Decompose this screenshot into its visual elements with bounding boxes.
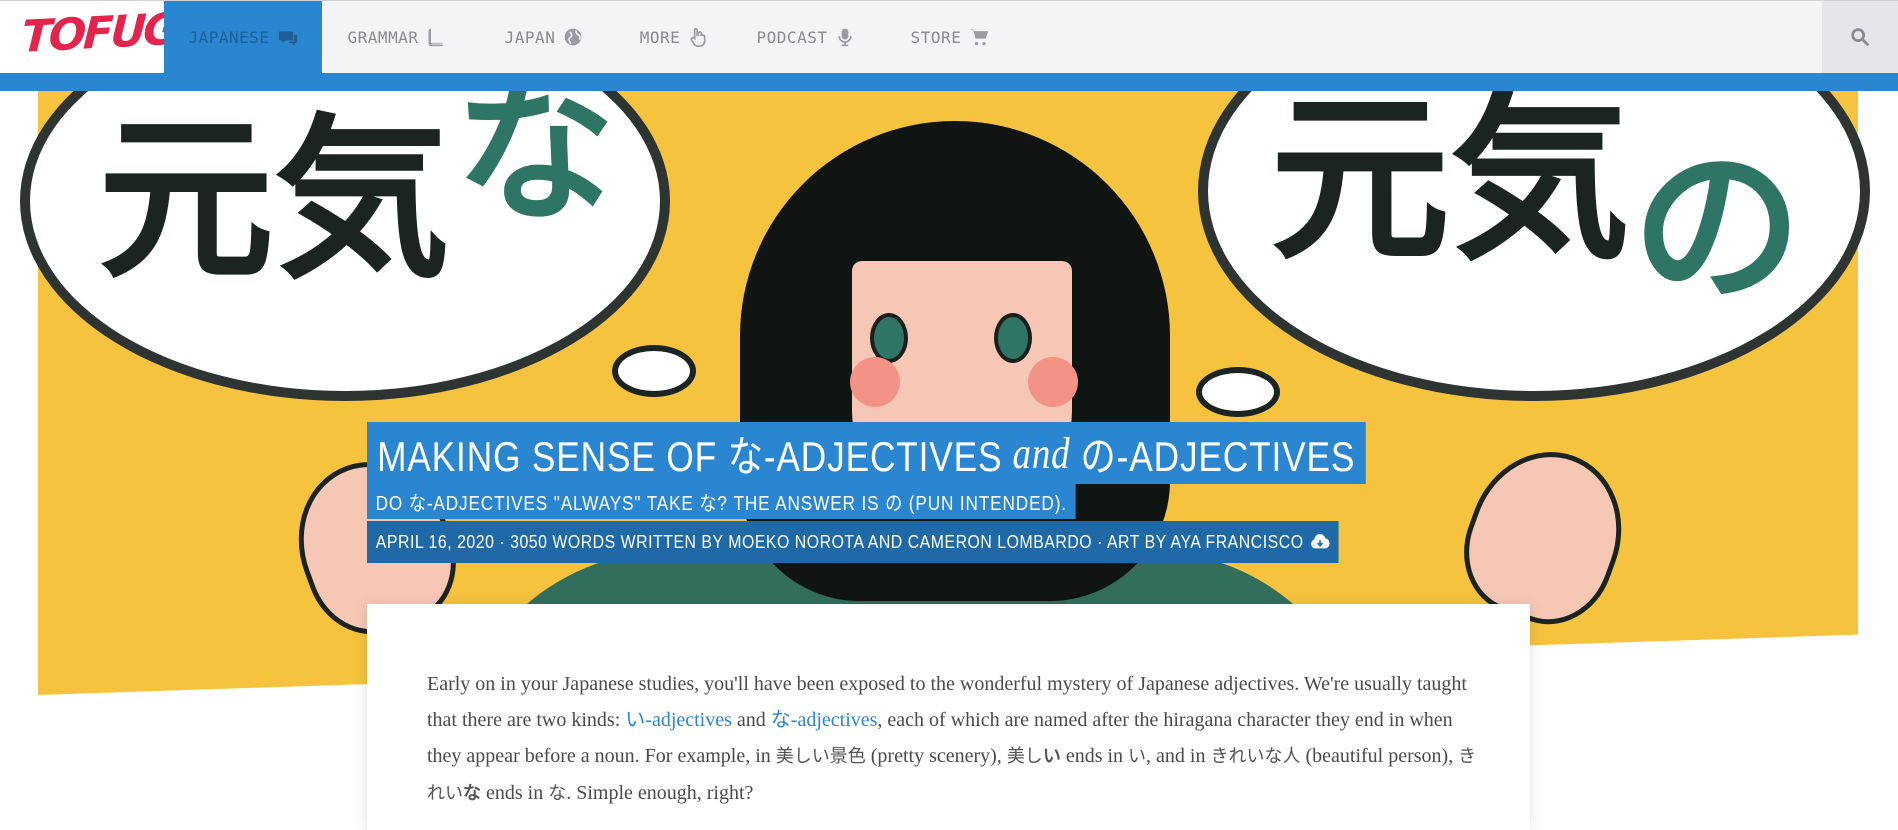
nav-item-label: STORE <box>910 27 962 47</box>
nav-item-japan[interactable]: JAPAN <box>472 1 616 73</box>
paragraph-text: ends in <box>1060 745 1129 767</box>
article-meta: APRIL 16, 2020 · 3050 WORDS WRITTEN BY M… <box>367 521 1339 563</box>
comments-icon <box>278 30 297 45</box>
shopping-cart-icon <box>970 29 989 46</box>
article-title: MAKING SENSE OF な-ADJECTIVES and の-ADJEC… <box>367 422 1366 484</box>
title-and: and <box>1012 428 1071 478</box>
logo-link[interactable]: TOFUGU <box>0 1 211 73</box>
microphone-icon <box>838 28 853 47</box>
title-part-2: の-ADJECTIVES <box>1080 432 1356 480</box>
article-intro-paragraph: Early on in your Japanese studies, you'l… <box>427 666 1487 812</box>
thought-cloud-left <box>612 345 696 397</box>
nav-item-label: GRAMMAR <box>347 27 419 47</box>
nav-item-japanese[interactable]: JAPANESE <box>164 1 322 74</box>
bubble-right-kanji: 元気 <box>1270 91 1631 285</box>
nav-item-more[interactable]: MORE <box>616 1 732 73</box>
nav-item-grammar[interactable]: GRAMMAR <box>322 1 472 73</box>
japanese-example: きれいな人 <box>1210 746 1301 767</box>
nav-item-label: MORE <box>639 27 681 47</box>
search-button[interactable] <box>1822 1 1898 73</box>
na-adjectives-link[interactable]: な-adjectives <box>771 709 878 731</box>
nav-accent-bar <box>0 73 1898 91</box>
search-icon <box>1851 28 1870 47</box>
paragraph-text: (beautiful person), <box>1300 745 1459 767</box>
nav-item-label: PODCAST <box>756 27 828 47</box>
i-adjectives-link[interactable]: い-adjectives <box>625 709 732 731</box>
japanese-example-bold: い <box>1042 746 1061 767</box>
nav-item-store[interactable]: STORE <box>880 1 1020 73</box>
paragraph-text: (pretty scenery), <box>865 745 1007 767</box>
character-eye-right <box>994 313 1032 363</box>
nav-item-label: JAPANESE <box>188 28 270 47</box>
paragraph-text: , and in <box>1146 745 1211 767</box>
hand-pointer-icon <box>690 27 706 47</box>
paragraph-text: ends in <box>481 782 549 804</box>
book-icon <box>428 28 444 47</box>
japanese-example: い <box>1128 746 1147 767</box>
cloud-download-icon[interactable] <box>1311 531 1330 553</box>
bubble-left-kanji: 元気 <box>98 98 451 303</box>
thought-cloud-right <box>1196 367 1280 417</box>
japanese-example: な <box>548 783 567 804</box>
top-navigation: TOFUGU JAPANESE GRAMMAR JAPAN MORE PODCA… <box>0 0 1898 74</box>
article-content: Early on in your Japanese studies, you'l… <box>367 604 1530 830</box>
character-cheek-left <box>850 357 900 407</box>
nav-item-label: JAPAN <box>504 27 556 47</box>
paragraph-text: and <box>731 709 771 731</box>
title-part-1: MAKING SENSE OF な-ADJECTIVES <box>377 432 1003 480</box>
meta-text: APRIL 16, 2020 · 3050 WORDS WRITTEN BY M… <box>375 531 1304 552</box>
paragraph-text: . Simple enough, right? <box>566 782 754 804</box>
japanese-example: 美し <box>1006 746 1043 767</box>
japanese-example-bold: な <box>463 783 481 804</box>
globe-icon <box>564 28 582 46</box>
bubble-left-kana: な <box>455 91 616 244</box>
nav-item-podcast[interactable]: PODCAST <box>732 1 880 73</box>
bubble-right-kana: の <box>1632 129 1803 327</box>
character-eye-left <box>870 313 908 363</box>
subtitle-text: DO な-ADJECTIVES "ALWAYS" TAKE な? THE ANS… <box>375 492 1067 515</box>
character-cheek-right <box>1028 357 1078 407</box>
japanese-example: 美しい景色 <box>775 746 866 767</box>
article-subtitle: DO な-ADJECTIVES "ALWAYS" TAKE な? THE ANS… <box>367 483 1076 519</box>
